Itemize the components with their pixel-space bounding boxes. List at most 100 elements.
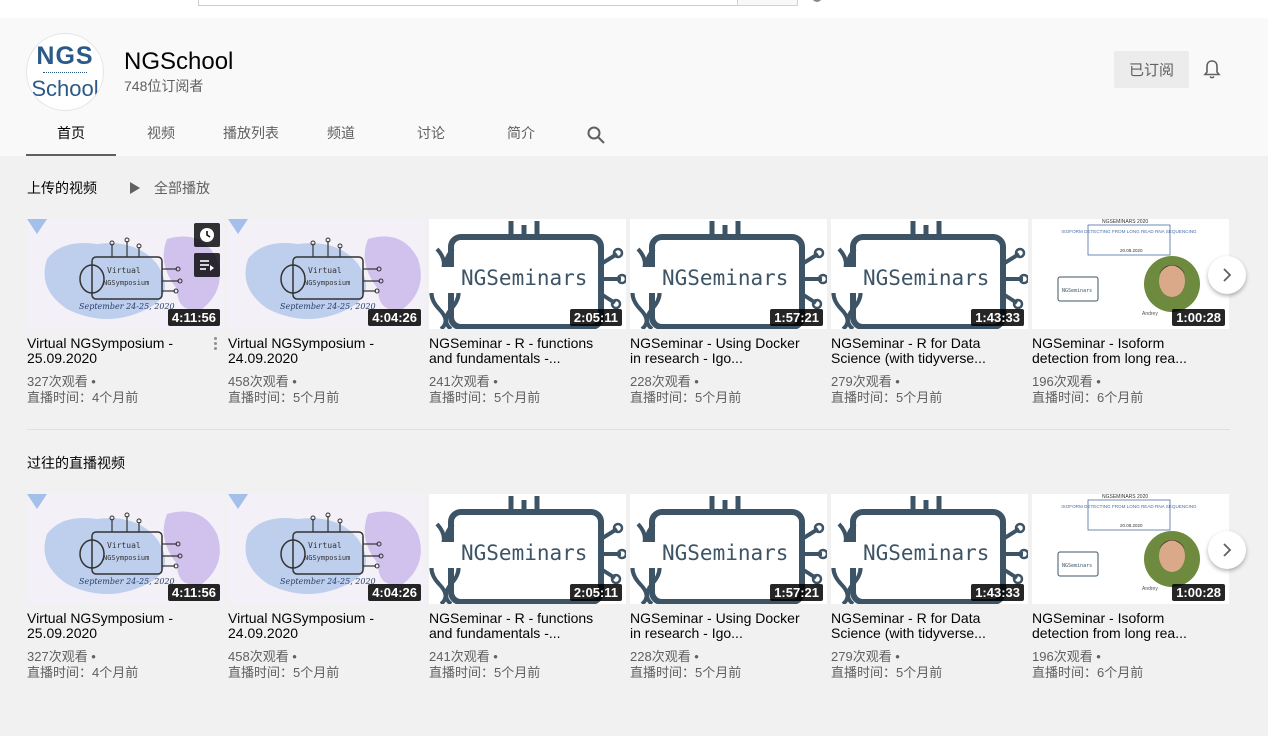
thumb-isoform-small: NGSeminars — [1062, 288, 1092, 294]
video-stream-time: 直播时间：5个月前 — [228, 390, 340, 405]
thumb-line-1: Virtual — [107, 541, 141, 550]
video-thumbnail[interactable]: NGSeminars 2:05:11 — [429, 494, 626, 604]
watch-later-icon[interactable] — [194, 223, 220, 247]
video-title[interactable]: NGSeminar - Using Docker in research - I… — [630, 611, 810, 641]
voice-search-icon[interactable] — [812, 0, 822, 2]
thumb-date: September 24-25, 2020 — [79, 577, 175, 586]
thumb-presenter-name: Andrey — [1142, 586, 1158, 592]
video-title[interactable]: Virtual NGSymposium - 24.09.2020 — [228, 336, 408, 366]
video-title[interactable]: Virtual NGSymposium - 24.09.2020 — [228, 611, 408, 641]
avatar-logo-top: NGS — [36, 42, 94, 70]
shelf-title-past-live[interactable]: 过往的直播视频 — [27, 453, 125, 473]
shelf-next-button[interactable] — [1208, 531, 1246, 569]
tab-videos[interactable]: 视频 — [116, 114, 206, 156]
thumb-line-2: NGSymposium — [103, 554, 149, 562]
channel-name: NGSchool — [124, 48, 234, 75]
video-row-uploads: Virtual NGSymposium September 24-25, 2020 4… — [27, 219, 1229, 419]
video-title[interactable]: Virtual NGSymposium - 25.09.2020 — [27, 336, 207, 366]
tab-about[interactable]: 简介 — [476, 114, 566, 156]
video-thumbnail[interactable]: NGSeminars 1:57:21 — [630, 219, 827, 329]
tab-home[interactable]: 首页 — [26, 114, 116, 156]
shelf-next-button[interactable] — [1208, 256, 1246, 294]
thumb-isoform-header: NGSEMINARS 2020 — [1102, 494, 1148, 500]
video-stream-time: 直播时间：4个月前 — [27, 665, 139, 680]
video-duration: 4:04:26 — [368, 584, 421, 601]
play-all-button[interactable]: 全部播放 — [130, 178, 210, 198]
video-thumbnail[interactable]: NGSeminars 1:43:33 — [831, 219, 1028, 329]
subscribed-button[interactable]: 已订阅 — [1114, 51, 1189, 88]
video-thumbnail[interactable]: NGSeminars 1:57:21 — [630, 494, 827, 604]
video-duration: 1:43:33 — [971, 584, 1024, 601]
thumb-date: September 24-25, 2020 — [280, 577, 376, 586]
avatar-logo-divider — [43, 72, 87, 73]
thumb-date: September 24-25, 2020 — [280, 302, 376, 311]
chevron-right-icon — [1223, 268, 1232, 282]
video-views: 228次观看 • — [630, 374, 699, 389]
video-thumbnail[interactable]: Virtual NGSymposium September 24-25, 2020 4… — [27, 219, 224, 329]
video-duration: 2:05:11 — [569, 584, 622, 601]
shelf-title-uploads[interactable]: 上传的视频 — [27, 178, 97, 198]
video-metadata: 241次观看 • 直播时间：5个月前 — [429, 374, 540, 406]
thumb-isoform-date: 20.08.2020 — [1120, 523, 1143, 528]
video-title[interactable]: Virtual NGSymposium - 25.09.2020 — [27, 611, 207, 641]
video-views: 228次观看 • — [630, 649, 699, 664]
video-views: 458次观看 • — [228, 374, 297, 389]
notification-bell-icon[interactable] — [1203, 60, 1221, 80]
shelf-divider — [27, 429, 1230, 430]
more-options-icon[interactable] — [214, 337, 218, 352]
search-button[interactable] — [737, 0, 798, 6]
video-metadata: 327次观看 • 直播时间：4个月前 — [27, 649, 138, 681]
video-thumbnail[interactable]: NGSeminars 2:05:11 — [429, 219, 626, 329]
thumb-line-1: Virtual — [308, 266, 342, 275]
tab-discussion[interactable]: 讨论 — [386, 114, 476, 156]
play-icon — [130, 182, 140, 194]
video-thumbnail[interactable]: NGSEMINARS 2020 ISOFORM DETECTING FROM LO… — [1032, 494, 1229, 604]
video-title[interactable]: NGSeminar - R - functions and fundamenta… — [429, 336, 609, 366]
video-title[interactable]: NGSeminar - R - functions and fundamenta… — [429, 611, 609, 641]
video-metadata: 458次观看 • 直播时间：5个月前 — [228, 649, 339, 681]
video-duration: 1:00:28 — [1172, 309, 1225, 326]
video-metadata: 327次观看 • 直播时间：4个月前 — [27, 374, 138, 406]
video-title[interactable]: NGSeminar - R for Data Science (with tid… — [831, 336, 1011, 366]
video-duration: 1:57:21 — [770, 584, 823, 601]
thumb-line-2: NGSymposium — [304, 279, 350, 287]
video-views: 196次观看 • — [1032, 649, 1101, 664]
video-duration: 1:00:28 — [1172, 584, 1225, 601]
video-stream-time: 直播时间：6个月前 — [1032, 390, 1144, 405]
video-title[interactable]: NGSeminar - R for Data Science (with tid… — [831, 611, 1011, 641]
video-title[interactable]: NGSeminar - Using Docker in research - I… — [630, 336, 810, 366]
video-title[interactable]: NGSeminar - Isoform detection from long … — [1032, 336, 1212, 366]
channel-search-icon[interactable] — [576, 114, 616, 156]
channel-header: NGS School NGSchool 748位订阅者 已订阅 首页 视频 播放… — [0, 18, 1268, 156]
thumb-line-2: NGSymposium — [103, 279, 149, 287]
video-stream-time: 直播时间：5个月前 — [831, 665, 943, 680]
video-duration: 1:43:33 — [971, 309, 1024, 326]
video-title[interactable]: NGSeminar - Isoform detection from long … — [1032, 611, 1212, 641]
subscriber-count: 748位订阅者 — [124, 78, 204, 94]
tab-channels[interactable]: 频道 — [296, 114, 386, 156]
channel-tabs: 首页 视频 播放列表 频道 讨论 简介 — [26, 114, 616, 156]
thumb-line-1: Virtual — [107, 266, 141, 275]
video-metadata: 279次观看 • 直播时间：5个月前 — [831, 649, 942, 681]
video-stream-time: 直播时间：5个月前 — [429, 390, 541, 405]
play-all-label: 全部播放 — [154, 180, 210, 196]
thumb-isoform-header: NGSEMINARS 2020 — [1102, 219, 1148, 225]
tab-playlists[interactable]: 播放列表 — [206, 114, 296, 156]
thumb-seminar-label: NGSeminars — [863, 541, 989, 565]
video-thumbnail[interactable]: NGSEMINARS 2020 ISOFORM DETECTING FROM LO… — [1032, 219, 1229, 329]
channel-avatar[interactable]: NGS School — [26, 33, 104, 111]
video-thumbnail[interactable]: NGSeminars 1:43:33 — [831, 494, 1028, 604]
video-thumbnail[interactable]: Virtual NGSymposium September 24-25, 2020 4… — [228, 219, 425, 329]
search-input[interactable] — [198, 0, 738, 6]
thumb-line-2: NGSymposium — [304, 554, 350, 562]
chevron-right-icon — [1223, 543, 1232, 557]
video-thumbnail[interactable]: Virtual NGSymposium September 24-25, 2020 4… — [228, 494, 425, 604]
video-metadata: 241次观看 • 直播时间：5个月前 — [429, 649, 540, 681]
video-stream-time: 直播时间：5个月前 — [630, 390, 742, 405]
video-thumbnail[interactable]: Virtual NGSymposium September 24-25, 2020 4… — [27, 494, 224, 604]
video-views: 241次观看 • — [429, 649, 498, 664]
thumb-isoform-small: NGSeminars — [1062, 563, 1092, 569]
video-row-past-live: Virtual NGSymposium September 24-25, 2020 4… — [27, 494, 1229, 694]
video-metadata: 196次观看 • 直播时间：6个月前 — [1032, 649, 1143, 681]
add-to-queue-icon[interactable] — [194, 253, 220, 277]
